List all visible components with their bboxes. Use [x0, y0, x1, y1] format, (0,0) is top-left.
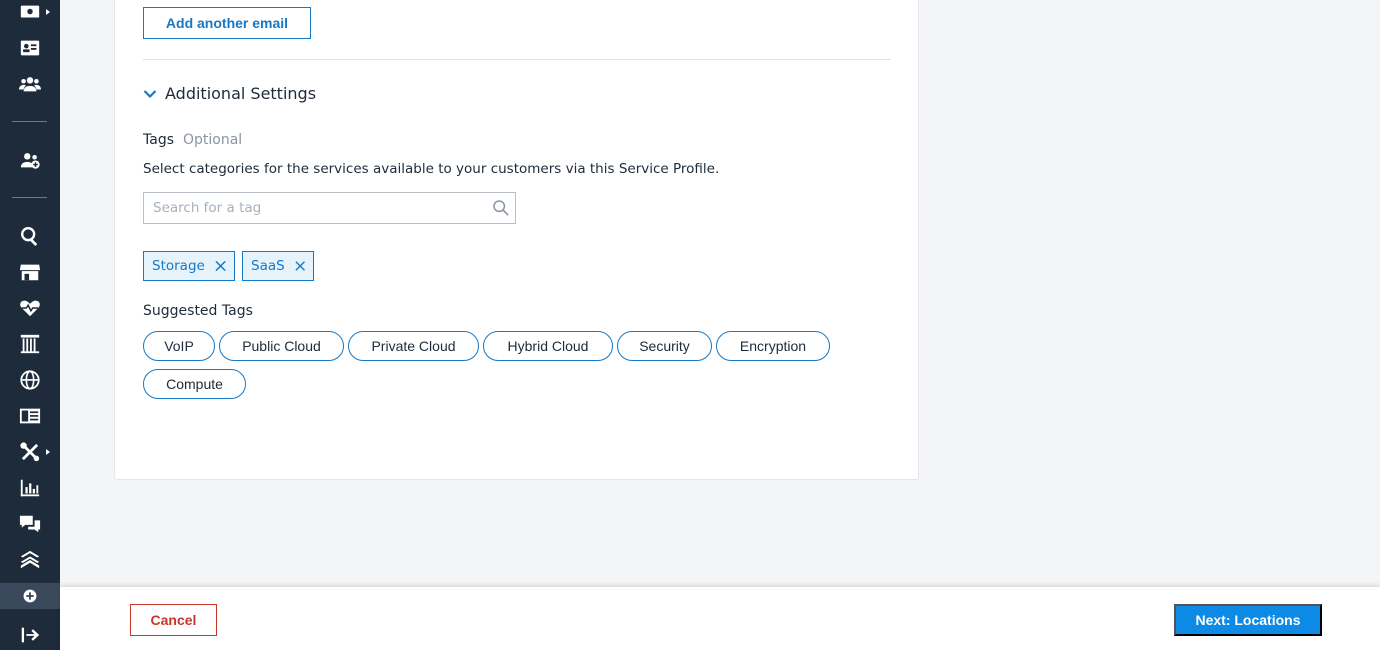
reports-icon[interactable]: [18, 476, 42, 500]
selected-tag-label: Storage: [152, 258, 205, 274]
sidebar: [0, 0, 60, 650]
sidebar-divider: [12, 197, 47, 198]
section-title: Additional Settings: [165, 84, 317, 103]
next-locations-button[interactable]: Next: Locations: [1174, 604, 1322, 636]
storefront-icon[interactable]: [18, 260, 42, 284]
suggested-tag-hybrid-cloud[interactable]: Hybrid Cloud: [483, 331, 613, 361]
add-another-email-button[interactable]: Add another email: [143, 7, 311, 39]
suggested-tag-voip[interactable]: VoIP: [143, 331, 215, 361]
chat-icon[interactable]: [18, 512, 42, 536]
health-icon[interactable]: [18, 296, 42, 320]
tag-search-box: [143, 192, 516, 224]
tags-label: Tags: [143, 132, 174, 148]
chevron-down-icon: [143, 89, 157, 98]
form-card: [114, 0, 919, 480]
users-icon[interactable]: [18, 72, 42, 96]
globe-icon[interactable]: [18, 368, 42, 392]
search-icon[interactable]: [492, 199, 510, 217]
selected-tag-chip: SaaS: [242, 251, 314, 281]
chevron-right-icon: [46, 449, 50, 455]
tag-search-input[interactable]: [144, 193, 474, 223]
suggested-tags-label: Suggested Tags: [143, 303, 253, 319]
add-circle-icon[interactable]: [18, 584, 42, 608]
columns-icon[interactable]: [18, 332, 42, 356]
billing-icon[interactable]: [18, 0, 42, 24]
close-icon[interactable]: [295, 260, 305, 272]
tools-icon[interactable]: [18, 440, 42, 464]
sidebar-divider: [12, 121, 47, 122]
chevron-right-icon: [46, 9, 50, 15]
layers-icon[interactable]: [18, 548, 42, 572]
tags-description: Select categories for the services avail…: [143, 161, 720, 177]
search-icon[interactable]: [18, 224, 42, 248]
suggested-tag-compute[interactable]: Compute: [143, 369, 246, 399]
suggested-tag-security[interactable]: Security: [617, 331, 712, 361]
selected-tag-label: SaaS: [251, 258, 285, 274]
contact-card-icon[interactable]: [18, 36, 42, 60]
selected-tag-chip: Storage: [143, 251, 235, 281]
close-icon[interactable]: [215, 260, 226, 272]
logout-icon[interactable]: [18, 623, 42, 647]
additional-settings-toggle[interactable]: Additional Settings: [143, 84, 316, 103]
tags-optional-hint: Optional: [183, 132, 243, 148]
cancel-button[interactable]: Cancel: [130, 604, 217, 636]
suggested-tag-private-cloud[interactable]: Private Cloud: [348, 331, 479, 361]
suggested-tag-encryption[interactable]: Encryption: [716, 331, 830, 361]
section-divider: [143, 59, 891, 60]
catalog-icon[interactable]: [18, 404, 42, 428]
customers-icon[interactable]: [18, 148, 42, 172]
suggested-tag-public-cloud[interactable]: Public Cloud: [219, 331, 344, 361]
